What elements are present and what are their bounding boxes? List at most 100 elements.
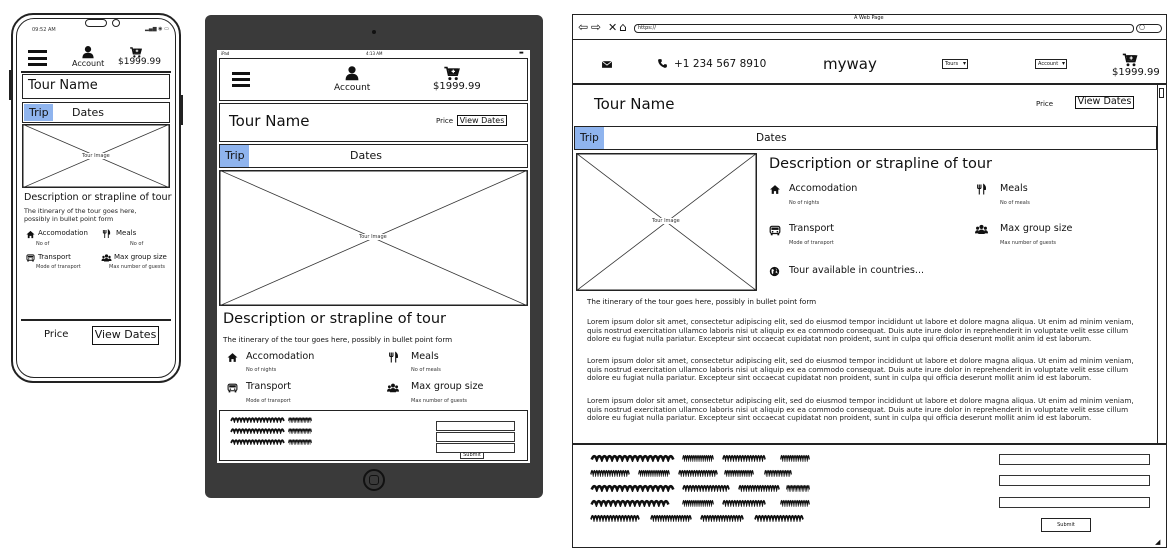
phone-side-button-right [180, 95, 183, 125]
tablet-group-label: Max group size [411, 381, 484, 392]
tours-select-label: Tours [945, 61, 959, 67]
phone-status-icons: ▂▄▆ ◉ ▭ [145, 26, 169, 32]
browser-meals-label: Meals [1000, 183, 1028, 194]
browser-group-label: Max group size [1000, 223, 1073, 234]
browser-forward-icon[interactable]: ⇨ [591, 20, 601, 34]
tablet-cart-price[interactable]: $1999.99 [433, 81, 481, 92]
browser-accomodation-icon [769, 184, 781, 195]
browser-transport-label: Transport [789, 223, 835, 234]
phone-notch [85, 19, 107, 27]
phone-cart-price[interactable]: $1999.99 [118, 57, 161, 67]
phone-view-dates-button[interactable]: View Dates [92, 326, 159, 345]
tablet-meals-icon [388, 351, 399, 364]
resize-grip-icon[interactable]: ◢ [1155, 538, 1160, 546]
header-phone-number[interactable]: +1 234 567 8910 [674, 58, 766, 70]
phone-group-icon [101, 253, 112, 263]
tablet-account-label[interactable]: Account [334, 83, 370, 93]
phone-account-label[interactable]: Account [72, 59, 104, 68]
browser-description: Description or strapline of tour [769, 156, 992, 172]
tablet-camera [372, 30, 376, 34]
tablet-header [219, 58, 528, 101]
chevron-down-icon: ▾ [1061, 60, 1065, 67]
browser-window-title: A Web Page [854, 15, 884, 21]
phone-group-label: Max group size [114, 253, 167, 261]
phone-transport-label: Transport [38, 253, 71, 261]
tablet-battery-icon: ▬ [519, 50, 524, 56]
tablet-status-time: 4:13 AM [366, 51, 383, 56]
tablet-form-field-1[interactable] [436, 421, 515, 431]
browser-address-bar[interactable] [634, 24, 1134, 33]
browser-image-label: Tour Image [652, 218, 680, 224]
phone-accomodation-icon [26, 230, 35, 239]
phone-tab-trip-label[interactable]: Trip [29, 106, 49, 119]
tablet-form-field-2[interactable] [436, 432, 515, 442]
mail-icon[interactable] [600, 59, 614, 70]
chevron-down-icon: ▾ [962, 60, 966, 67]
tablet-cart-icon[interactable] [443, 65, 461, 82]
browser-form-field-2[interactable] [999, 475, 1150, 486]
tablet-tab-dates[interactable]: Dates [350, 149, 382, 162]
brand-logo[interactable]: myway [823, 55, 877, 73]
browser-cart-icon[interactable] [1121, 52, 1139, 68]
browser-tour-name: Tour Name [594, 95, 675, 113]
browser-url[interactable]: https:// [638, 25, 656, 31]
phone-transport-sub: Mode of transport [36, 264, 81, 270]
tablet-image-label: Tour Image [359, 234, 387, 240]
scrollbar-thumb[interactable] [1159, 88, 1164, 98]
browser-submit-button[interactable]: Submit [1041, 518, 1091, 532]
tablet-status-left: iPad [221, 51, 230, 56]
tablet-meals-sub: No of meals [411, 367, 441, 373]
browser-tab-trip-label[interactable]: Trip [580, 132, 599, 144]
browser-toolbar-divider [573, 39, 1166, 40]
tablet-menu-icon[interactable] [232, 72, 250, 87]
browser-home-icon[interactable]: ⌂ [619, 20, 627, 34]
tablet-account-icon[interactable] [344, 64, 360, 82]
tablet-transport-icon [227, 382, 238, 394]
tablet-footer-scribble [230, 417, 312, 445]
browser-meals-sub: No of meals [1000, 200, 1030, 206]
account-select-label: Account [1038, 61, 1059, 67]
tours-select[interactable]: Tours ▾ [942, 59, 968, 69]
phone-image-label: Tour Image [82, 153, 110, 159]
tablet-view-dates-button[interactable]: View Dates [457, 115, 507, 126]
account-select[interactable]: Account ▾ [1035, 59, 1067, 69]
browser-back-icon[interactable]: ⇦ [578, 20, 588, 34]
phone-description: Description or strapline of tour [24, 192, 172, 203]
lorem-paragraph-2: Lorem ipsum dolor sit amet, consectetur … [587, 356, 1134, 383]
browser-stop-icon[interactable]: ✕ [608, 21, 617, 34]
tablet-accomodation-sub: No of nights [246, 367, 277, 373]
phone-footer-divider [21, 319, 171, 321]
tablet-accomodation-icon [227, 352, 238, 363]
browser-transport-sub: Mode of transport [789, 240, 834, 246]
browser-tabs [574, 126, 1157, 150]
browser-form-field-1[interactable] [999, 454, 1150, 465]
phone-transport-icon [26, 253, 35, 263]
phone-time: 09:52 AM [32, 27, 56, 33]
tablet-tour-name: Tour Name [229, 112, 310, 130]
tablet-tab-trip-label[interactable]: Trip [225, 149, 245, 162]
browser-footer-scribble [590, 454, 810, 521]
phone-tour-name: Tour Name [28, 78, 98, 93]
browser-cart-price[interactable]: $1999.99 [1112, 67, 1160, 78]
tablet-submit-button[interactable]: Submit [460, 452, 484, 459]
phone-meals-icon [102, 229, 111, 239]
phone-icon[interactable] [657, 58, 668, 69]
phone-camera [112, 19, 120, 27]
tablet-home-button[interactable] [363, 469, 385, 491]
header-divider [573, 83, 1166, 85]
browser-itinerary: The itinerary of the tour goes here, pos… [587, 297, 817, 306]
phone-meals-sub: No of [130, 241, 144, 247]
tablet-group-sub: Max number of guests [411, 398, 468, 404]
browser-tab-dates[interactable]: Dates [756, 132, 787, 144]
browser-view-dates-button[interactable]: View Dates [1075, 96, 1134, 109]
phone-menu-icon[interactable] [28, 50, 47, 66]
tablet-transport-label: Transport [246, 381, 292, 392]
browser-meals-icon [976, 183, 987, 196]
phone-accomodation-sub: No of [36, 241, 50, 247]
browser-form-field-3[interactable] [999, 497, 1150, 508]
phone-account-icon[interactable] [81, 45, 95, 59]
browser-search-icon[interactable]: ○ [1139, 23, 1145, 31]
content-scrollbar[interactable] [1157, 85, 1165, 443]
tablet-transport-sub: Mode of transport [246, 398, 291, 404]
phone-tab-dates[interactable]: Dates [72, 106, 104, 119]
